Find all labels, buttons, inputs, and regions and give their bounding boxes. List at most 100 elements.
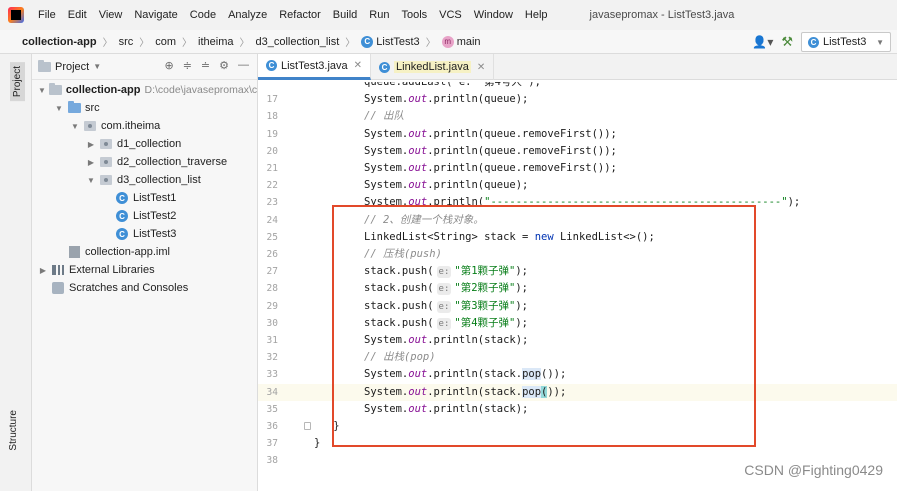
breadcrumb-project[interactable]: collection-app <box>22 36 97 48</box>
menu-item-code[interactable]: Code <box>184 0 222 30</box>
breadcrumb-item-method[interactable]: m main <box>441 35 481 48</box>
tree-item[interactable]: C ListTest1 <box>32 189 257 207</box>
code-line[interactable]: 36 } <box>258 418 897 435</box>
chevron-down-icon[interactable]: ▼ <box>70 122 80 131</box>
code-line[interactable]: 35 System.out.println(stack); <box>258 401 897 418</box>
tree-item[interactable]: ▼ d3_collection_list <box>32 171 257 189</box>
collapse-all-icon[interactable]: ≐ <box>201 59 210 72</box>
breadcrumb-item-com[interactable]: com <box>155 36 176 48</box>
expand-all-icon[interactable]: ≑ <box>183 59 192 72</box>
project-panel-title[interactable]: Project <box>55 61 89 73</box>
hide-icon[interactable]: — <box>238 59 249 72</box>
code-line[interactable]: 19 System.out.println(queue.removeFirst()… <box>258 126 897 143</box>
code-line[interactable]: 20 System.out.println(queue.removeFirst()… <box>258 143 897 160</box>
menu-item-tools[interactable]: Tools <box>395 0 433 30</box>
code-token: ); <box>787 196 801 209</box>
code-token: )); <box>547 385 567 398</box>
code-line[interactable]: 32 // 出栈(pop) <box>258 349 897 366</box>
code-line[interactable]: 30 stack.push(e: "第4颗子弹"); <box>258 315 897 332</box>
line-number: 24 <box>266 214 278 226</box>
code-line[interactable]: 18 // 出队 <box>258 108 897 125</box>
code-token: System. <box>364 196 409 209</box>
code-line[interactable]: 29 stack.push(e: "第3颗子弹"); <box>258 298 897 315</box>
tree-item[interactable]: ▶ d1_collection <box>32 135 257 153</box>
code-token: "第3颗子弹" <box>454 299 516 312</box>
line-number: 33 <box>266 369 278 381</box>
menu-item-view[interactable]: View <box>93 0 129 30</box>
code-token: out <box>408 144 428 157</box>
chevron-down-icon[interactable]: ▼ <box>38 86 46 95</box>
close-icon[interactable]: ✕ <box>354 60 362 71</box>
parameter-hint: e: <box>436 266 452 279</box>
code-line[interactable]: 22 System.out.println(queue); <box>258 177 897 194</box>
code-token: // 出队 <box>364 110 404 123</box>
menu-item-window[interactable]: Window <box>468 0 519 30</box>
editor-tabs: C ListTest3.java ✕ C LinkedList.java ✕ <box>258 54 897 80</box>
breadcrumb-separator: 〉 <box>182 38 193 49</box>
menu-item-run[interactable]: Run <box>363 0 395 30</box>
close-icon[interactable]: ✕ <box>477 62 485 73</box>
tree-item[interactable]: ▼ src <box>32 99 257 117</box>
code-line[interactable]: 26 // 压栈(push) <box>258 246 897 263</box>
code-line[interactable]: 21 System.out.println(queue.removeFirst()… <box>258 160 897 177</box>
tree-item[interactable]: C ListTest3 <box>32 225 257 243</box>
intellij-logo-icon <box>8 7 24 23</box>
tab-linkedlist[interactable]: C LinkedList.java ✕ <box>371 54 495 80</box>
breadcrumb-item-src[interactable]: src <box>119 36 134 48</box>
chevron-right-icon[interactable]: ▶ <box>86 158 96 167</box>
code-line[interactable]: 28 stack.push(e: "第2颗子弹"); <box>258 280 897 297</box>
chevron-down-icon[interactable]: ▼ <box>93 62 101 71</box>
code-line[interactable]: 34 System.out.println(stack.pop()); <box>258 383 897 401</box>
code-editor[interactable]: queue.addLast( e: "第4号人"); 17 System.out.p… <box>258 80 897 491</box>
tree-item[interactable]: ▶ d2_collection_traverse <box>32 153 257 171</box>
chevron-down-icon[interactable]: ▼ <box>86 176 96 185</box>
menu-item-build[interactable]: Build <box>327 0 363 30</box>
menu-item-refactor[interactable]: Refactor <box>273 0 327 30</box>
chevron-right-icon[interactable]: ▶ <box>38 266 48 275</box>
breadcrumb-item-class[interactable]: C ListTest3 <box>361 35 420 48</box>
breadcrumb-item-package[interactable]: d3_collection_list <box>255 36 339 48</box>
menu-item-navigate[interactable]: Navigate <box>128 0 183 30</box>
fold-marker-icon[interactable] <box>304 422 311 430</box>
code-line[interactable]: queue.addLast( e: "第4号人"); <box>258 80 897 91</box>
code-token: out <box>408 385 428 398</box>
tree-item[interactable]: ▼ collection-app D:\code\javasepromax\c <box>32 81 257 99</box>
code-line[interactable]: 24 // 2、创建一个栈对象。 <box>258 212 897 229</box>
code-line[interactable]: 33 System.out.println(stack.pop()); <box>258 366 897 383</box>
project-tool-tab[interactable]: Project <box>10 62 25 102</box>
tree-item[interactable]: ▼ com.itheima <box>32 117 257 135</box>
package-icon <box>99 174 113 186</box>
code-line[interactable]: 37} <box>258 435 897 452</box>
menu-item-file[interactable]: File <box>32 0 62 30</box>
tree-item[interactable]: Scratches and Consoles <box>32 279 257 297</box>
menu-item-analyze[interactable]: Analyze <box>222 0 273 30</box>
menu-item-help[interactable]: Help <box>519 0 554 30</box>
code-token: out <box>408 196 428 209</box>
structure-tool-tab[interactable]: Structure <box>8 410 19 451</box>
build-hammer-icon[interactable]: ⚒ <box>781 34 793 50</box>
locate-icon[interactable]: ⊕ <box>164 59 173 72</box>
menu-item-vcs[interactable]: VCS <box>433 0 468 30</box>
chevron-down-icon[interactable]: ▼ <box>54 104 64 113</box>
breadcrumb-item-itheima[interactable]: itheima <box>198 36 233 48</box>
run-config-select[interactable]: C ListTest3 ▼ <box>801 32 891 52</box>
code-line[interactable]: 27 stack.push(e: "第1颗子弹"); <box>258 263 897 280</box>
class-icon: C <box>115 228 129 240</box>
tab-listtest3[interactable]: C ListTest3.java ✕ <box>258 54 372 80</box>
tree-item[interactable]: ▶ External Libraries <box>32 261 257 279</box>
code-line[interactable]: 23 System.out.println("------------------… <box>258 194 897 211</box>
tree-item[interactable]: C ListTest2 <box>32 207 257 225</box>
user-icon[interactable]: 👤▾ <box>752 35 773 49</box>
code-line[interactable]: 17 System.out.println(queue); <box>258 91 897 108</box>
line-number: 34 <box>266 386 278 398</box>
code-text: queue.addLast( e: "第4号人"); <box>364 80 541 88</box>
chevron-right-icon[interactable]: ▶ <box>86 140 96 149</box>
gear-icon[interactable]: ⚙ <box>219 59 229 72</box>
code-text: stack.push(e: "第3颗子弹"); <box>364 298 528 315</box>
code-text: stack.push(e: "第4颗子弹"); <box>364 315 528 332</box>
tree-item[interactable]: collection-app.iml <box>32 243 257 261</box>
menu-item-edit[interactable]: Edit <box>62 0 93 30</box>
code-line[interactable]: 31 System.out.println(stack); <box>258 332 897 349</box>
code-line[interactable]: 25 LinkedList<String> stack = new LinkedL… <box>258 229 897 246</box>
code-text: System.out.println(queue); <box>364 177 528 194</box>
